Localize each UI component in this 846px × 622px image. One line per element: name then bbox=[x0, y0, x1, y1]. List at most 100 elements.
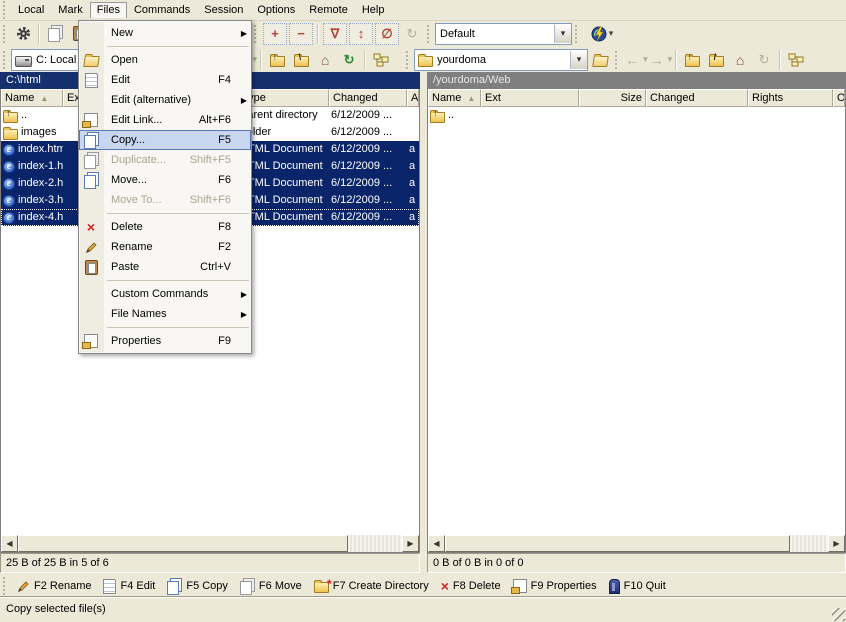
chevron-down-icon[interactable]: ▾ bbox=[609, 28, 614, 39]
remote-dir-value: yourdoma bbox=[433, 54, 570, 66]
menu-item-move-to[interactable]: Move To... Shift+F6 bbox=[79, 190, 251, 210]
f4-edit-button[interactable]: F4 Edit bbox=[99, 577, 161, 596]
remote-root-dir-button[interactable]: / bbox=[704, 49, 728, 71]
scrollbar-thumb[interactable] bbox=[445, 535, 790, 552]
new-session-button[interactable]: ▾ bbox=[583, 23, 621, 45]
f5-copy-button[interactable]: F5 Copy bbox=[163, 576, 234, 597]
filter-button[interactable]: ∇ bbox=[323, 23, 347, 45]
menu-item-duplicate[interactable]: Duplicate... Shift+F5 bbox=[79, 150, 251, 170]
move-icon bbox=[84, 175, 96, 189]
remote-open-dir-button[interactable] bbox=[588, 49, 612, 71]
column-header-name[interactable]: Name▲ bbox=[1, 89, 63, 107]
toolbar-grip[interactable] bbox=[3, 51, 8, 69]
menu-item-rename[interactable]: Rename F2 bbox=[79, 237, 251, 257]
toolbar-grip[interactable] bbox=[254, 25, 259, 43]
f10-quit-button[interactable]: F10 Quit bbox=[605, 577, 672, 596]
remote-dir-combo[interactable]: yourdoma ▾ bbox=[414, 49, 588, 71]
remote-tree-button[interactable] bbox=[784, 49, 808, 71]
scroll-left-icon[interactable]: ◀ bbox=[428, 535, 445, 552]
f6-move-button[interactable]: F6 Move bbox=[236, 576, 308, 597]
menu-local[interactable]: Local bbox=[11, 2, 51, 18]
toolbar-grip[interactable] bbox=[406, 51, 411, 69]
remote-horizontal-scrollbar[interactable]: ◀ ▶ bbox=[428, 535, 845, 552]
menu-item-edit-link[interactable]: Edit Link... Alt+F6 bbox=[79, 110, 251, 130]
local-status-bar: 25 B of 25 B in 5 of 6 bbox=[0, 553, 420, 573]
remote-path-title[interactable]: /yourdoma/Web bbox=[427, 72, 846, 89]
menu-item-custom-commands[interactable]: Custom Commands ▶ bbox=[79, 284, 251, 304]
toolbar-grip[interactable] bbox=[427, 25, 432, 43]
menu-item-edit-alternative[interactable]: Edit (alternative) ▶ bbox=[79, 90, 251, 110]
remote-file-list[interactable]: ↑.. bbox=[428, 107, 845, 535]
scrollbar-track[interactable] bbox=[790, 535, 828, 552]
local-home-dir-button[interactable]: ⌂ bbox=[313, 49, 337, 71]
column-header-size[interactable]: Size bbox=[579, 89, 646, 107]
toolbar-grip[interactable] bbox=[3, 25, 8, 43]
scroll-left-icon[interactable]: ◀ bbox=[1, 535, 18, 552]
menu-files[interactable]: Files bbox=[90, 2, 127, 18]
menu-item-paste[interactable]: Paste Ctrl+V bbox=[79, 257, 251, 277]
toolbar-separator bbox=[260, 50, 262, 70]
chevron-down-icon[interactable]: ▾ bbox=[554, 25, 571, 43]
local-horizontal-scrollbar[interactable]: ◀ ▶ bbox=[1, 535, 419, 552]
remote-parent-dir-button[interactable]: ↑ bbox=[680, 49, 704, 71]
toolbar-grip[interactable] bbox=[615, 51, 620, 69]
delete-x-icon: × bbox=[441, 579, 449, 593]
menu-item-edit[interactable]: Edit F4 bbox=[79, 70, 251, 90]
status-bar: Copy selected file(s) bbox=[0, 597, 846, 622]
remote-home-dir-button[interactable]: ⌂ bbox=[728, 49, 752, 71]
chevron-down-icon[interactable]: ▾ bbox=[570, 51, 587, 69]
local-root-dir-button[interactable]: \ bbox=[289, 49, 313, 71]
column-header-ext[interactable]: Ext bbox=[481, 89, 579, 107]
menu-item-open[interactable]: Open bbox=[79, 50, 251, 70]
unselect-button[interactable]: − bbox=[289, 23, 313, 45]
column-header-changed[interactable]: Changed bbox=[646, 89, 748, 107]
f9-properties-button[interactable]: F9 Properties bbox=[509, 577, 603, 595]
column-header-rights[interactable]: Rights bbox=[748, 89, 833, 107]
synchronize-button[interactable]: ↕ bbox=[349, 23, 373, 45]
local-parent-dir-button[interactable]: ↑ bbox=[265, 49, 289, 71]
menu-item-delete[interactable]: × Delete F8 bbox=[79, 217, 251, 237]
menu-item-new[interactable]: New ▶ bbox=[79, 23, 251, 43]
select-button[interactable]: + bbox=[263, 23, 287, 45]
f7-create-directory-button[interactable]: * F7 Create Directory bbox=[310, 577, 435, 595]
menu-separator bbox=[107, 46, 249, 47]
scrollbar-thumb[interactable] bbox=[18, 535, 348, 552]
column-header-changed[interactable]: Changed bbox=[329, 89, 407, 107]
transfer-settings-combo[interactable]: Default ▾ bbox=[435, 23, 572, 45]
remote-back-button[interactable]: ← bbox=[623, 49, 641, 71]
resize-grip[interactable] bbox=[832, 608, 845, 621]
menu-mark[interactable]: Mark bbox=[51, 2, 89, 18]
chevron-down-icon[interactable]: ▾ bbox=[253, 54, 258, 65]
menu-options[interactable]: Options bbox=[250, 2, 302, 18]
preferences-button[interactable] bbox=[11, 23, 35, 45]
f8-delete-button[interactable]: × F8 Delete bbox=[437, 577, 507, 595]
toolbar-grip[interactable] bbox=[575, 25, 580, 43]
scroll-right-icon[interactable]: ▶ bbox=[828, 535, 845, 552]
menu-commands[interactable]: Commands bbox=[127, 2, 197, 18]
f2-rename-button[interactable]: F2 Rename bbox=[13, 578, 97, 595]
scrollbar-track[interactable] bbox=[348, 535, 402, 552]
refresh-disabled-button[interactable]: ↻ bbox=[400, 23, 424, 45]
column-header-attr[interactable]: Attr bbox=[407, 89, 419, 107]
menu-item-properties[interactable]: Properties F9 bbox=[79, 331, 251, 351]
menu-item-file-names[interactable]: File Names ▶ bbox=[79, 304, 251, 324]
menu-item-move[interactable]: Move... F6 bbox=[79, 170, 251, 190]
menu-session[interactable]: Session bbox=[197, 2, 250, 18]
remote-refresh-button[interactable]: ↻ bbox=[752, 49, 776, 71]
file-row-parent[interactable]: ↑.. bbox=[428, 107, 845, 124]
local-tree-button[interactable] bbox=[369, 49, 393, 71]
toolbar-grip[interactable] bbox=[3, 577, 8, 595]
transfer-settings-value: Default bbox=[436, 28, 554, 40]
session-button[interactable] bbox=[43, 23, 67, 45]
clear-filter-button[interactable]: ∅ bbox=[375, 23, 399, 45]
chevron-down-icon[interactable]: ▾ bbox=[668, 54, 673, 65]
toolbar-grip[interactable] bbox=[3, 1, 8, 19]
column-header-name[interactable]: Name▲ bbox=[428, 89, 481, 107]
menu-help[interactable]: Help bbox=[355, 2, 392, 18]
scroll-right-icon[interactable]: ▶ bbox=[402, 535, 419, 552]
menu-item-copy[interactable]: Copy... F5 bbox=[79, 130, 251, 150]
local-refresh-button[interactable]: ↻ bbox=[337, 49, 361, 71]
column-header-owner[interactable]: Owner bbox=[833, 89, 845, 107]
remote-forward-button[interactable]: → bbox=[648, 49, 666, 71]
menu-remote[interactable]: Remote bbox=[302, 2, 355, 18]
